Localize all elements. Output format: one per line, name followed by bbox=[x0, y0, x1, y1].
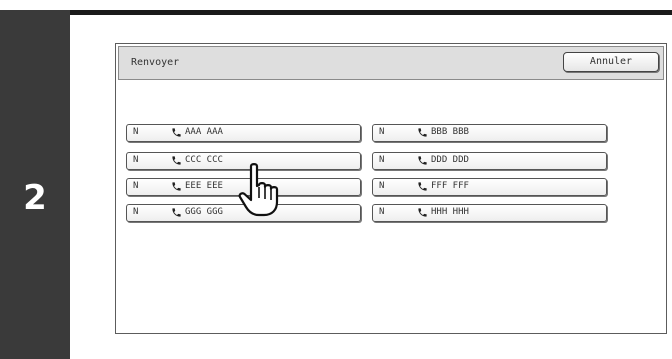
step-panel: 2 bbox=[0, 10, 70, 359]
phone-icon bbox=[172, 182, 181, 191]
destination-mode: N bbox=[133, 155, 139, 165]
destination-button-hhh[interactable]: N HHH HHH bbox=[372, 204, 607, 222]
phone-icon bbox=[172, 156, 181, 165]
destination-mode: N bbox=[133, 127, 139, 137]
hand-pointer-icon bbox=[238, 163, 279, 217]
destination-name: GGG GGG bbox=[185, 207, 223, 217]
destination-mode: N bbox=[133, 207, 139, 217]
phone-icon bbox=[172, 128, 181, 137]
destination-name: HHH HHH bbox=[431, 207, 469, 217]
destination-button-aaa[interactable]: N AAA AAA bbox=[126, 124, 361, 142]
destination-name: BBB BBB bbox=[431, 127, 469, 137]
phone-icon bbox=[418, 208, 427, 217]
phone-icon bbox=[172, 208, 181, 217]
phone-icon bbox=[418, 182, 427, 191]
phone-icon bbox=[418, 128, 427, 137]
destination-mode: N bbox=[379, 127, 385, 137]
destination-mode: N bbox=[379, 155, 385, 165]
phone-icon bbox=[418, 156, 427, 165]
destination-button-fff[interactable]: N FFF FFF bbox=[372, 178, 607, 196]
destination-mode: N bbox=[379, 181, 385, 191]
forward-dialog: Renvoyer Annuler N AAA AAA N CCC CCC N E… bbox=[115, 43, 667, 334]
cancel-button[interactable]: Annuler bbox=[563, 52, 659, 72]
destination-mode: N bbox=[379, 207, 385, 217]
destination-mode: N bbox=[133, 181, 139, 191]
destination-name: FFF FFF bbox=[431, 181, 469, 191]
destination-name: EEE EEE bbox=[185, 181, 223, 191]
destination-button-bbb[interactable]: N BBB BBB bbox=[372, 124, 607, 142]
step-number: 2 bbox=[23, 178, 47, 218]
destination-name: DDD DDD bbox=[431, 155, 469, 165]
destination-name: CCC CCC bbox=[185, 155, 223, 165]
title-bar: Renvoyer Annuler bbox=[118, 46, 664, 80]
destination-button-ddd[interactable]: N DDD DDD bbox=[372, 152, 607, 170]
top-rule bbox=[0, 10, 672, 15]
destination-name: AAA AAA bbox=[185, 127, 223, 137]
dialog-title: Renvoyer bbox=[131, 57, 180, 68]
